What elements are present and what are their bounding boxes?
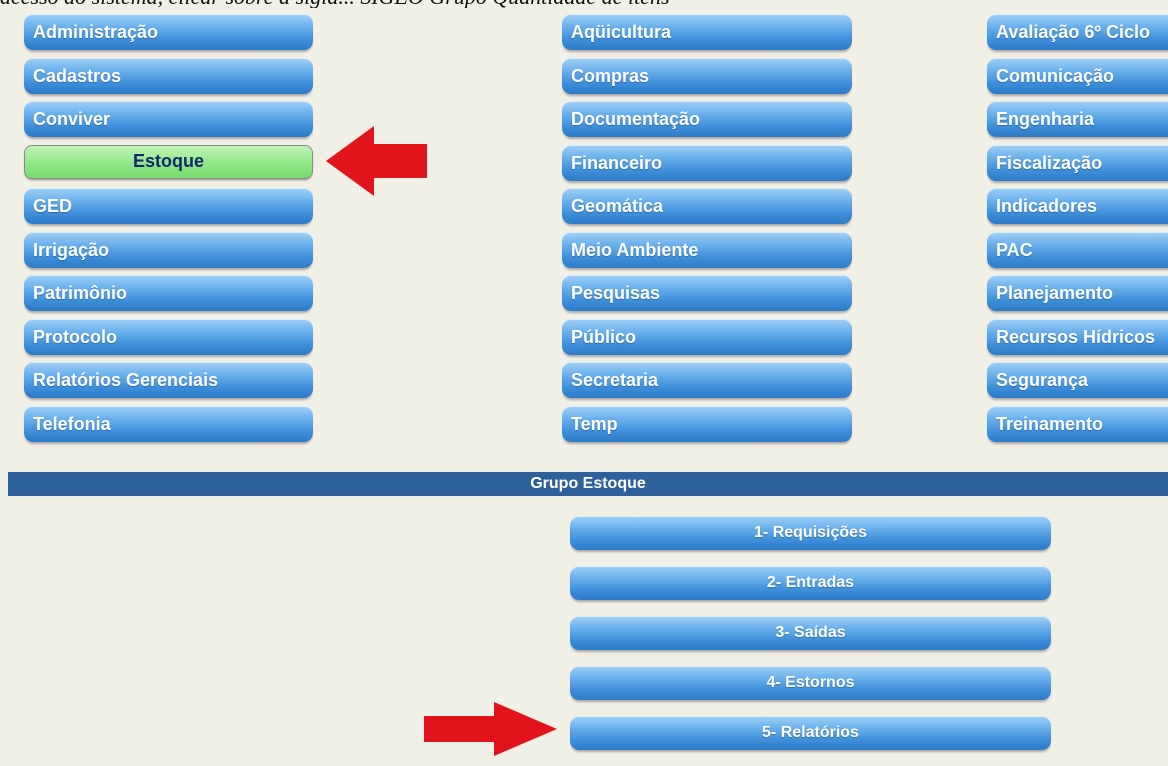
red-arrow-right-icon: [424, 702, 557, 756]
menu-button-fiscalizacao[interactable]: Fiscalização: [987, 144, 1168, 181]
menu-button-patrimonio[interactable]: Patrimônio: [24, 275, 313, 311]
menu-button-avaliacao-6-ciclo[interactable]: Avaliação 6º Ciclo: [987, 14, 1168, 50]
cropped-header-text: acesso ao sistema, clicar sobre a sigla.…: [0, 0, 1168, 8]
cropped-instruction-text: acesso ao sistema, clicar sobre a sigla.…: [0, 0, 1168, 8]
menu-button-aquicultura[interactable]: Aqüicultura: [562, 14, 852, 50]
menu-column-3: Avaliação 6º Ciclo Comunicação Engenhari…: [987, 14, 1168, 449]
menu-column-1: Administração Cadastros Conviver Estoque…: [24, 14, 313, 449]
group-submenu: 1- Requisições 2- Entradas 3- Saídas 4- …: [570, 516, 1051, 766]
menu-button-estoque[interactable]: Estoque: [24, 144, 313, 179]
menu-button-recursos-hidricos[interactable]: Recursos Hídricos: [987, 318, 1168, 355]
menu-button-documentacao[interactable]: Documentação: [562, 101, 852, 137]
menu-column-2: Aqüicultura Compras Documentação Finance…: [562, 14, 852, 449]
menu-button-temp[interactable]: Temp: [562, 405, 852, 442]
menu-button-cadastros[interactable]: Cadastros: [24, 57, 313, 94]
group-header-bar: Grupo Estoque: [8, 472, 1168, 496]
menu-button-geomatica[interactable]: Geomática: [562, 188, 852, 224]
menu-button-meio-ambiente[interactable]: Meio Ambiente: [562, 231, 852, 268]
menu-button-pac[interactable]: PAC: [987, 231, 1168, 268]
menu-button-protocolo[interactable]: Protocolo: [24, 318, 313, 355]
menu-button-comunicacao[interactable]: Comunicação: [987, 57, 1168, 94]
menu-button-irrigacao[interactable]: Irrigação: [24, 231, 313, 268]
group-title: Grupo Estoque: [530, 475, 646, 492]
menu-button-ged[interactable]: GED: [24, 188, 313, 224]
red-arrow-left-icon: [326, 126, 427, 196]
submenu-button-estornos[interactable]: 4- Estornos: [570, 666, 1051, 700]
menu-button-financeiro[interactable]: Financeiro: [562, 144, 852, 181]
menu-button-pesquisas[interactable]: Pesquisas: [562, 275, 852, 311]
menu-button-secretaria[interactable]: Secretaria: [562, 362, 852, 398]
menu-button-planejamento[interactable]: Planejamento: [987, 275, 1168, 311]
submenu-button-saidas[interactable]: 3- Saídas: [570, 616, 1051, 650]
menu-button-telefonia[interactable]: Telefonia: [24, 405, 313, 442]
menu-button-administracao[interactable]: Administração: [24, 14, 313, 50]
menu-button-engenharia[interactable]: Engenharia: [987, 101, 1168, 137]
menu-button-seguranca[interactable]: Segurança: [987, 362, 1168, 398]
submenu-button-relatorios[interactable]: 5- Relatórios: [570, 716, 1051, 750]
menu-button-conviver[interactable]: Conviver: [24, 101, 313, 137]
menu-button-treinamento[interactable]: Treinamento: [987, 405, 1168, 442]
menu-button-publico[interactable]: Público: [562, 318, 852, 355]
submenu-button-entradas[interactable]: 2- Entradas: [570, 566, 1051, 600]
submenu-button-requisicoes[interactable]: 1- Requisições: [570, 516, 1051, 550]
menu-button-relatorios-gerenciais[interactable]: Relatórios Gerenciais: [24, 362, 313, 398]
menu-button-compras[interactable]: Compras: [562, 57, 852, 94]
menu-button-indicadores[interactable]: Indicadores: [987, 188, 1168, 224]
